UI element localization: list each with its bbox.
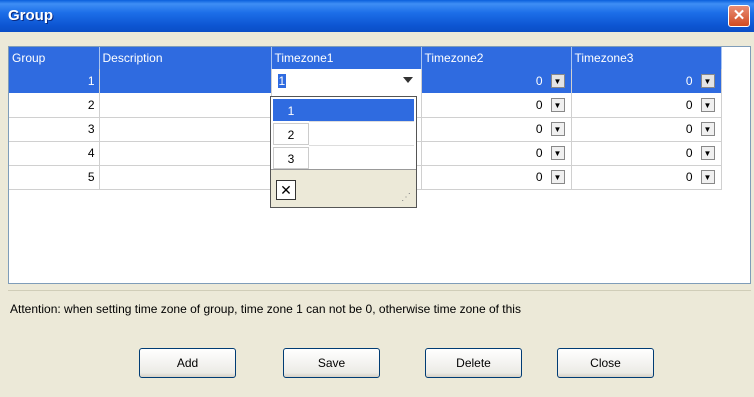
clear-icon[interactable]: ✕ xyxy=(276,180,296,200)
group-cell[interactable]: 5 xyxy=(9,165,100,190)
close-icon[interactable]: ✕ xyxy=(728,5,750,27)
timezone3-combo[interactable]: 0 ▼ xyxy=(576,143,717,163)
window-title: Group xyxy=(8,7,53,24)
timezone2-value: 0 xyxy=(535,146,543,160)
column-header-description[interactable]: Description xyxy=(99,47,272,69)
group-cell[interactable]: 2 xyxy=(9,93,100,118)
column-header-timezone3[interactable]: Timezone3 xyxy=(571,47,722,69)
dropdown-option-highlight[interactable] xyxy=(309,99,414,122)
timezone2-value: 0 xyxy=(535,122,543,136)
resize-grip-icon[interactable]: ⋰ xyxy=(401,192,413,204)
table-row[interactable]: 1 1 0 ▼ 0 ▼ xyxy=(9,69,722,94)
timezone2-combo[interactable]: 0 ▼ xyxy=(426,119,567,139)
chevron-down-icon[interactable]: ▼ xyxy=(700,146,715,160)
divider xyxy=(8,290,751,291)
timezone3-value: 0 xyxy=(685,122,693,136)
header-row: Group Description Timezone1 Timezone2 Ti… xyxy=(9,47,722,69)
dropdown-option-row[interactable] xyxy=(309,147,414,170)
group-cell[interactable]: 1 xyxy=(9,69,100,94)
timezone3-cell[interactable]: 0 ▼ xyxy=(571,165,722,190)
column-header-group[interactable]: Group xyxy=(9,47,100,69)
timezone2-value: 0 xyxy=(535,98,543,112)
attention-message: Attention: when setting time zone of gro… xyxy=(10,302,521,316)
save-button[interactable]: Save xyxy=(283,348,380,378)
timezone2-cell[interactable]: 0 ▼ xyxy=(421,117,572,142)
timezone3-combo[interactable]: 0 ▼ xyxy=(576,167,717,187)
description-cell[interactable] xyxy=(99,69,272,94)
title-bar: Group ✕ xyxy=(0,0,754,32)
timezone3-value: 0 xyxy=(685,146,693,160)
timezone3-cell[interactable]: 0 ▼ xyxy=(571,117,722,142)
dropdown-option-row[interactable] xyxy=(309,123,414,146)
timezone2-cell[interactable]: 0 ▼ xyxy=(421,69,572,94)
close-button[interactable]: Close xyxy=(557,348,654,378)
timezone3-value: 0 xyxy=(685,98,693,112)
timezone2-value: 0 xyxy=(535,73,543,88)
chevron-down-icon[interactable]: ▼ xyxy=(550,98,565,112)
chevron-down-icon[interactable]: ▼ xyxy=(550,122,565,136)
dropdown-footer: ✕ ⋰ xyxy=(271,169,416,207)
dropdown-option[interactable]: 3 xyxy=(273,147,309,169)
chevron-down-icon[interactable]: ▼ xyxy=(550,73,565,88)
timezone2-combo[interactable]: 0 ▼ xyxy=(426,71,567,91)
group-window: Group ✕ Group Description Timezone1 Time… xyxy=(0,0,754,397)
timezone2-cell[interactable]: 0 ▼ xyxy=(421,165,572,190)
column-header-timezone1[interactable]: Timezone1 xyxy=(271,47,422,69)
timezone2-cell[interactable]: 0 ▼ xyxy=(421,141,572,166)
timezone3-combo[interactable]: 0 ▼ xyxy=(576,71,717,91)
timezone1-combo[interactable]: 1 xyxy=(276,71,417,91)
timezone3-combo[interactable]: 0 ▼ xyxy=(576,119,717,139)
timezone3-cell[interactable]: 0 ▼ xyxy=(571,93,722,118)
dropdown-option[interactable]: 2 xyxy=(273,123,309,145)
description-cell[interactable] xyxy=(99,165,272,190)
timezone3-value: 0 xyxy=(685,170,693,184)
timezone2-combo[interactable]: 0 ▼ xyxy=(426,167,567,187)
chevron-down-icon[interactable]: ▼ xyxy=(550,170,565,184)
chevron-down-icon[interactable]: ▼ xyxy=(700,73,715,88)
timezone2-value: 0 xyxy=(535,170,543,184)
description-cell[interactable] xyxy=(99,93,272,118)
chevron-down-icon[interactable]: ▼ xyxy=(700,98,715,112)
chevron-down-icon[interactable]: ▼ xyxy=(700,170,715,184)
timezone2-combo[interactable]: 0 ▼ xyxy=(426,143,567,163)
timezone2-combo[interactable]: 0 ▼ xyxy=(426,95,567,115)
dropdown-option[interactable]: 1 xyxy=(273,99,309,121)
description-cell[interactable] xyxy=(99,141,272,166)
timezone3-cell[interactable]: 0 ▼ xyxy=(571,69,722,94)
timezone3-combo[interactable]: 0 ▼ xyxy=(576,95,717,115)
chevron-down-icon[interactable]: ▼ xyxy=(550,146,565,160)
chevron-down-icon[interactable]: ▼ xyxy=(700,122,715,136)
delete-button[interactable]: Delete xyxy=(425,348,522,378)
add-button[interactable]: Add xyxy=(139,348,236,378)
timezone3-value: 0 xyxy=(685,73,693,88)
timezone2-cell[interactable]: 0 ▼ xyxy=(421,93,572,118)
timezone1-dropdown-list[interactable]: 1 2 3 ✕ ⋰ xyxy=(270,96,417,208)
description-cell[interactable] xyxy=(99,117,272,142)
timezone1-value: 1 xyxy=(277,73,287,88)
group-cell[interactable]: 3 xyxy=(9,117,100,142)
chevron-down-icon[interactable] xyxy=(402,76,413,83)
column-header-timezone2[interactable]: Timezone2 xyxy=(421,47,572,69)
group-cell[interactable]: 4 xyxy=(9,141,100,166)
timezone3-cell[interactable]: 0 ▼ xyxy=(571,141,722,166)
timezone1-cell[interactable]: 1 xyxy=(271,69,422,94)
